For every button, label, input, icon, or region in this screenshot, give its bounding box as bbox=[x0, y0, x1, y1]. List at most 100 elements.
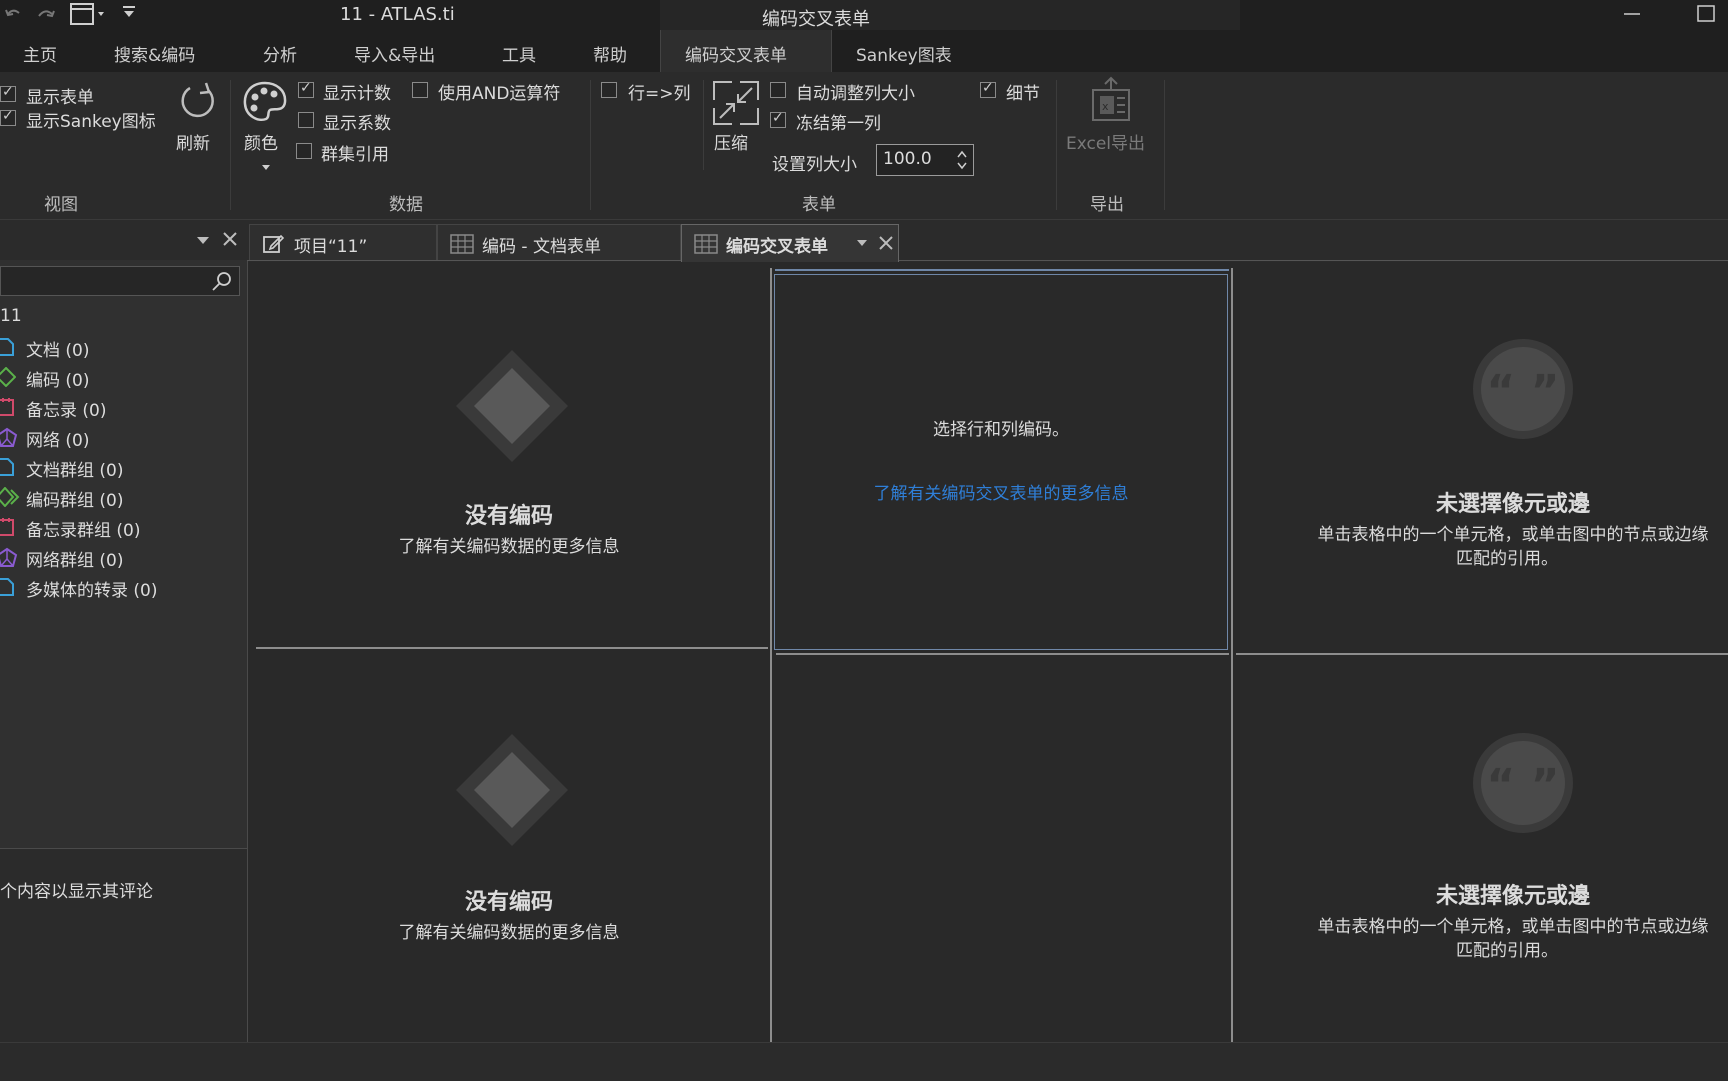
cooccurrence-table-pane[interactable]: 选择行和列编码。 了解有关编码交叉表单的更多信息 bbox=[774, 269, 1229, 650]
svg-text:“ ”: “ ” bbox=[1486, 366, 1559, 417]
cooccurrence-workspace: 没有编码 了解有关编码数据的更多信息 选择行和列编码。 了解有关编码交叉表单的更… bbox=[248, 262, 1728, 1042]
tab-code-document-table[interactable]: 编码 - 文档表单 bbox=[437, 224, 681, 260]
spinner-arrows-icon[interactable] bbox=[957, 150, 967, 170]
row-to-col-checkbox[interactable] bbox=[601, 82, 617, 98]
excel-export-icon[interactable]: x bbox=[1090, 76, 1132, 124]
code-group-icon bbox=[0, 487, 20, 507]
tree-item-document-groups[interactable]: 文档群组 (0) bbox=[0, 454, 247, 481]
ribbon-tab-import-export[interactable]: 导入&导出 bbox=[354, 41, 435, 66]
ribbon-tab-code-cooccurrence[interactable]: 编码交叉表单 bbox=[685, 41, 787, 66]
tree-item-documents[interactable]: 文档 (0) bbox=[0, 334, 247, 361]
panel-search-input[interactable] bbox=[0, 266, 240, 296]
show-count-checkbox[interactable] bbox=[298, 80, 314, 98]
select-codes-hint: 选择行和列编码。 bbox=[933, 420, 1069, 440]
row-codes-pane[interactable]: 没有编码 了解有关编码数据的更多信息 bbox=[248, 262, 768, 646]
tree-root[interactable]: 11 bbox=[0, 306, 22, 326]
minimize-button[interactable] bbox=[1622, 2, 1642, 24]
tree-item-codes[interactable]: 编码 (0) bbox=[0, 364, 247, 391]
ribbon-tab-home[interactable]: 主页 bbox=[23, 41, 57, 66]
group-divider bbox=[230, 80, 231, 210]
tab-code-cooccurrence-table[interactable]: 编码交叉表单 bbox=[681, 224, 899, 262]
show-sankey-checkbox[interactable] bbox=[0, 108, 16, 126]
freeze-first-checkbox[interactable] bbox=[770, 110, 786, 128]
pane-divider[interactable] bbox=[776, 653, 1229, 655]
refresh-button[interactable]: 刷新 bbox=[176, 129, 210, 154]
undo-icon[interactable] bbox=[4, 6, 22, 22]
detail-checkbox[interactable] bbox=[980, 80, 996, 98]
show-table-checkbox[interactable] bbox=[0, 84, 16, 102]
tree-item-memos[interactable]: 备忘录 (0) bbox=[0, 394, 247, 421]
ribbon-tab-search-code[interactable]: 搜索&编码 bbox=[114, 41, 195, 66]
quotation-icon: “ ” bbox=[1469, 732, 1577, 834]
pane-divider[interactable] bbox=[256, 647, 768, 649]
auto-resize-checkbox[interactable] bbox=[770, 82, 786, 98]
color-button[interactable]: 颜色 bbox=[244, 129, 278, 154]
column-codes-pane[interactable]: 没有编码 了解有关编码数据的更多信息 bbox=[248, 650, 768, 1042]
group-divider bbox=[703, 80, 704, 170]
color-dropdown-icon[interactable] bbox=[261, 164, 271, 172]
data-group-label: 数据 bbox=[389, 195, 423, 215]
maximize-button[interactable] bbox=[1696, 4, 1718, 24]
no-selection-title: 未選擇像元或邊 bbox=[1435, 492, 1590, 517]
show-coeff-checkbox[interactable] bbox=[298, 112, 314, 128]
sankey-pane[interactable] bbox=[774, 656, 1228, 1042]
transcript-icon bbox=[0, 577, 16, 597]
tree-item-label: 多媒体的转录 (0) bbox=[26, 581, 158, 601]
panel-close-icon[interactable] bbox=[222, 231, 238, 247]
redo-icon[interactable] bbox=[36, 6, 56, 22]
learn-coding-link[interactable]: 了解有关编码数据的更多信息 bbox=[248, 532, 770, 557]
tree-item-label: 编码 (0) bbox=[26, 371, 90, 391]
code-diamond-icon bbox=[454, 732, 570, 848]
table-icon bbox=[450, 233, 474, 255]
no-selection-text-line2: 匹配的引用。 bbox=[1456, 549, 1558, 569]
learn-more-cooccurrence-link[interactable]: 了解有关编码交叉表单的更多信息 bbox=[775, 479, 1227, 504]
pane-divider[interactable] bbox=[1236, 653, 1728, 655]
status-bar bbox=[0, 1042, 1728, 1081]
pane-divider[interactable] bbox=[770, 268, 772, 1042]
context-tab-band: 编码交叉表单 bbox=[660, 0, 1240, 30]
col-size-spinner[interactable]: 100.0 bbox=[876, 144, 974, 176]
tab-label: 项目“11” bbox=[294, 237, 368, 257]
col-size-value: 100.0 bbox=[883, 149, 932, 169]
no-codes-title: 没有编码 bbox=[464, 504, 553, 529]
cluster-quotes-checkbox[interactable] bbox=[296, 143, 312, 159]
tree-item-label: 文档 (0) bbox=[26, 341, 90, 361]
row-to-col-label: 行=>列 bbox=[628, 84, 691, 104]
tree-item-networks[interactable]: 网络 (0) bbox=[0, 424, 247, 451]
ribbon-tab-sankey[interactable]: Sankey图表 bbox=[856, 41, 952, 66]
tab-project[interactable]: 项目“11” bbox=[249, 224, 437, 260]
window-layout-icon[interactable] bbox=[70, 3, 106, 25]
code-diamond-icon bbox=[454, 348, 570, 464]
svg-text:x: x bbox=[1102, 100, 1109, 113]
group-divider bbox=[1056, 80, 1057, 210]
comment-area: 个内容以显示其评论 bbox=[0, 848, 247, 1043]
search-icon[interactable] bbox=[211, 271, 233, 293]
table-icon bbox=[694, 233, 718, 255]
ribbon-tab-analyze[interactable]: 分析 bbox=[263, 41, 297, 66]
export-group-label: 导出 bbox=[1090, 195, 1124, 215]
tab-dropdown-icon[interactable] bbox=[856, 239, 868, 247]
document-group-icon bbox=[0, 457, 16, 477]
panel-dropdown-icon[interactable] bbox=[196, 236, 210, 246]
context-title: 编码交叉表单 bbox=[762, 9, 870, 30]
refresh-icon[interactable] bbox=[178, 80, 218, 122]
ribbon-tab-tools[interactable]: 工具 bbox=[502, 41, 536, 66]
color-palette-icon[interactable] bbox=[242, 80, 288, 124]
excel-export-button[interactable]: Excel导出 bbox=[1066, 129, 1145, 154]
tree-item-code-groups[interactable]: 编码群组 (0) bbox=[0, 484, 247, 511]
ribbon-tab-help[interactable]: 帮助 bbox=[593, 41, 627, 66]
quotations-pane-bottom: “ ” 未選擇像元或邊 单击表格中的一个单元格，或单击图中的节点或边缘 匹配的引… bbox=[1233, 656, 1728, 1042]
tree-item-memo-groups[interactable]: 备忘录群组 (0) bbox=[0, 514, 247, 541]
tree-item-multimedia-transcripts[interactable]: 多媒体的转录 (0) bbox=[0, 574, 247, 601]
app-title: 11 - ATLAS.ti bbox=[340, 4, 455, 25]
tree-item-network-groups[interactable]: 网络群组 (0) bbox=[0, 544, 247, 571]
tab-close-icon[interactable] bbox=[878, 235, 894, 251]
compress-icon[interactable] bbox=[712, 80, 760, 126]
quotation-icon: “ ” bbox=[1469, 338, 1577, 440]
learn-coding-link[interactable]: 了解有关编码数据的更多信息 bbox=[248, 918, 770, 943]
ribbon-tabs: 主页 搜索&编码 分析 导入&导出 工具 帮助 编码交叉表单 Sankey图表 bbox=[0, 30, 1728, 73]
code-icon bbox=[0, 367, 16, 387]
compress-button[interactable]: 压缩 bbox=[714, 129, 748, 154]
use-and-checkbox[interactable] bbox=[412, 82, 428, 98]
quick-access-dropdown-icon[interactable] bbox=[122, 5, 136, 19]
